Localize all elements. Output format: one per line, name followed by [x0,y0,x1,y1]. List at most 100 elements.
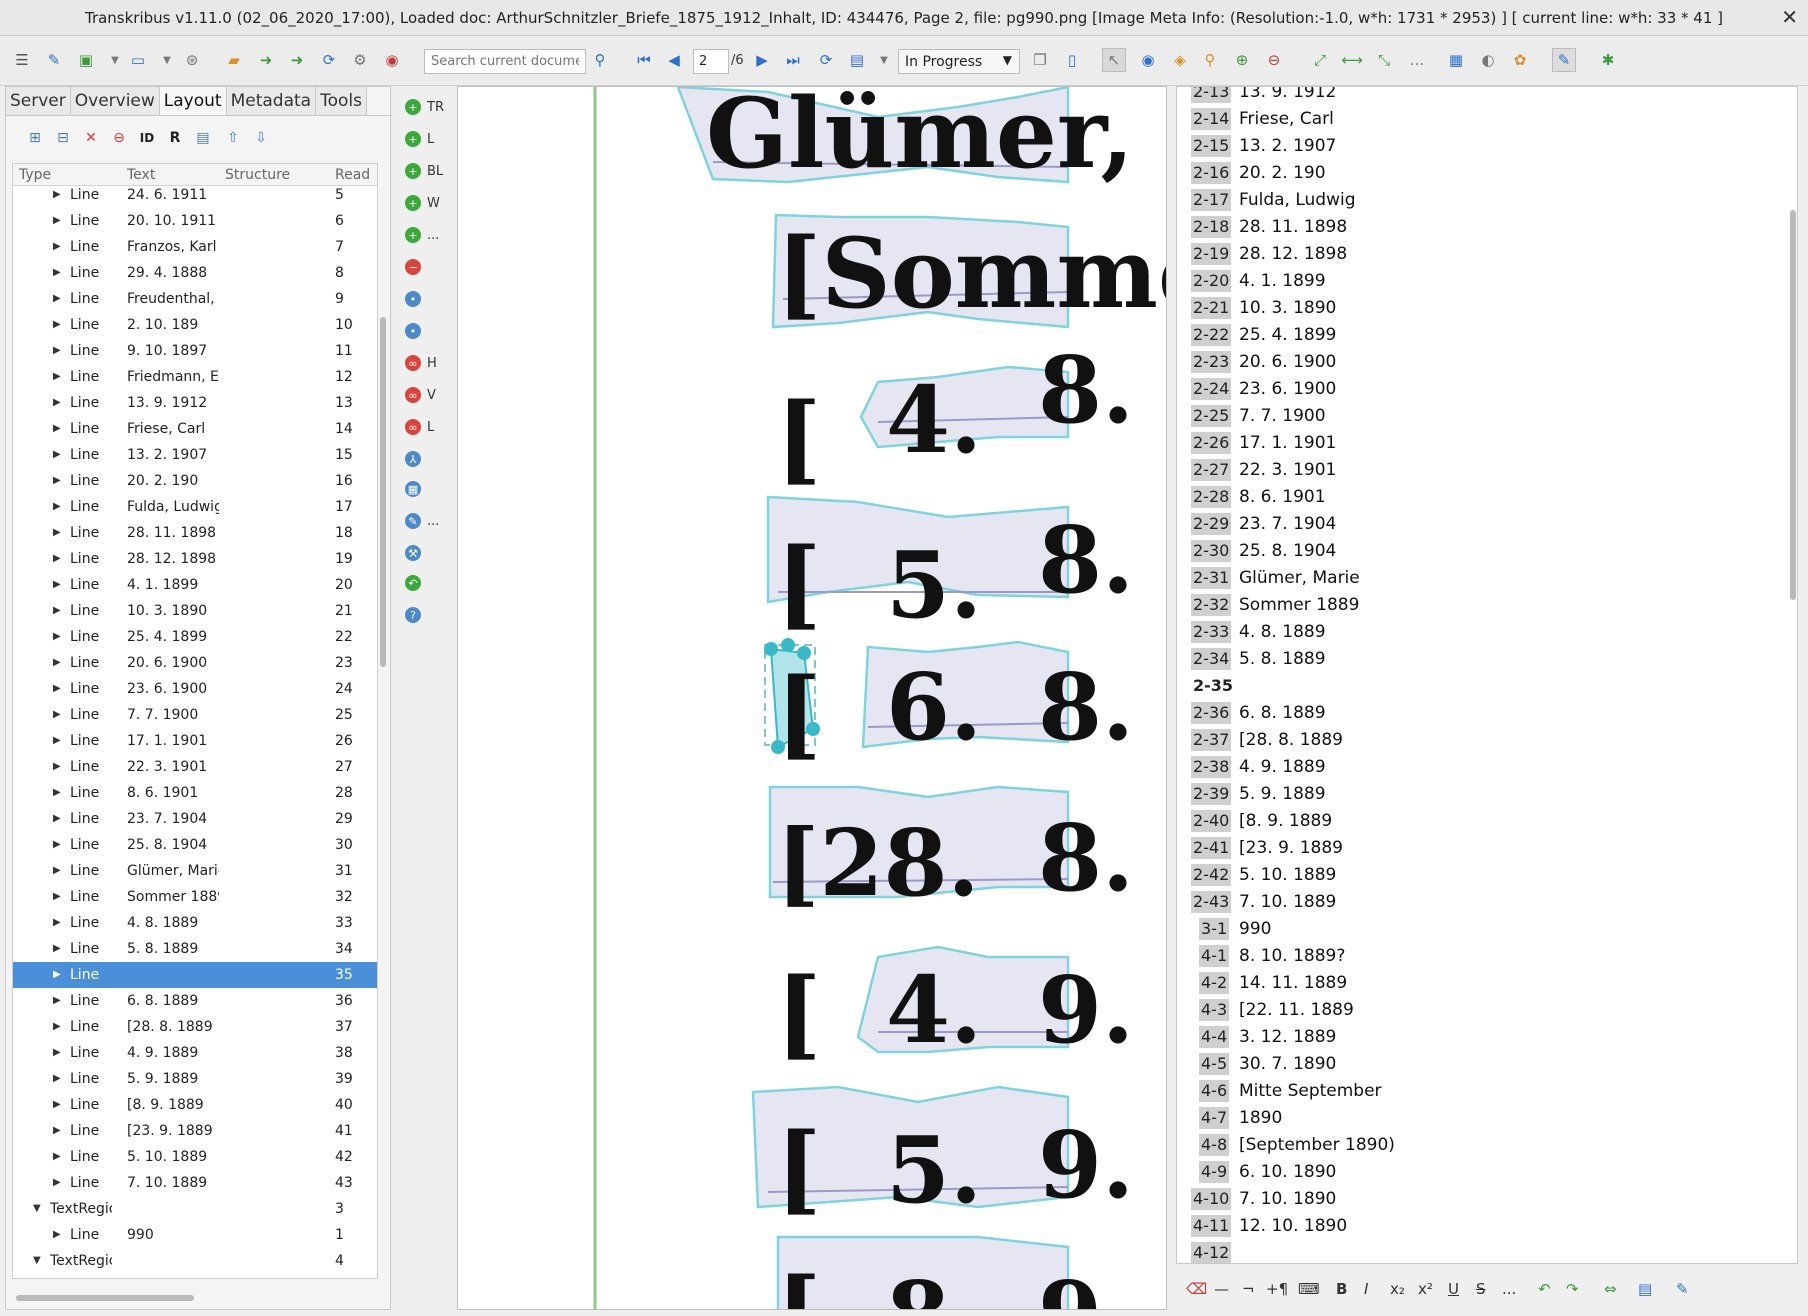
transcription-line[interactable]: 2-43 7. 10. 1889 [1177,889,1777,916]
table-icon[interactable]: ▤ [192,127,214,149]
expand-icon[interactable]: ▶ [53,1047,61,1058]
line-text[interactable]: Glümer, Marie [1239,568,1360,588]
tree-line-row[interactable]: ▶ Line 23. 7. 1904 29 [13,806,377,832]
tool-edit--button[interactable]: ✎... [405,510,449,532]
line-text[interactable]: 990 [1239,919,1271,939]
tool-remove-point-button[interactable]: • [405,320,449,342]
tool-split-v-button[interactable]: ∞ V [405,384,449,406]
line-text[interactable]: 14. 11. 1889 [1239,973,1347,993]
line-text[interactable]: 25. 4. 1899 [1239,325,1336,345]
line-text[interactable]: 28. 12. 1898 [1239,244,1347,264]
tool-merge-button[interactable]: ⅄ [405,448,449,470]
tool-plus-bl-button[interactable]: + BL [405,160,449,182]
line-text[interactable]: [28. 8. 1889 [1239,730,1343,750]
line-text[interactable]: 13. 9. 1912 [1239,87,1336,102]
line-text[interactable]: 23. 7. 1904 [1239,514,1336,534]
fit-page-icon[interactable]: ⤢ [1308,48,1332,72]
tree-line-row[interactable]: ▶ Line 6. 8. 1889 36 [13,988,377,1014]
expand-icon[interactable]: ▶ [53,1177,61,1188]
expand-icon[interactable]: ▶ [53,787,61,798]
tab-metadata[interactable]: Metadata [226,87,317,115]
tool-split-h-button[interactable]: ∞ H [405,352,449,374]
previous-page-icon[interactable]: ◀ [662,48,686,72]
search-input[interactable] [424,49,586,74]
expand-icon[interactable]: ▶ [53,865,61,876]
expand-icon[interactable]: ▶ [53,917,61,928]
first-page-icon[interactable]: ⏮ [632,48,656,72]
tree-line-row[interactable]: ▶ Line Fulda, Ludwig 17 [13,494,377,520]
import-icon[interactable]: ➜ [254,48,278,72]
line-text[interactable]: 1890 [1239,1108,1282,1128]
tab-layout[interactable]: Layout [159,87,227,115]
transcription-line[interactable]: 4-1 8. 10. 1889? [1177,943,1777,970]
wrench-icon[interactable]: ✎ [1676,1280,1689,1298]
select-arrow-icon[interactable]: ↖ [1102,48,1126,72]
tree-line-row[interactable]: ▶ Line 7. 10. 1889 43 [13,1170,377,1196]
tool-plus-tr-button[interactable]: + TR [405,96,449,118]
line-text[interactable]: [September 1890) [1239,1135,1395,1155]
line-text[interactable]: 30. 7. 1890 [1239,1054,1336,1074]
tree-line-row[interactable]: ▶ Line 28. 12. 1898 19 [13,546,377,572]
line-text[interactable]: 10. 3. 1890 [1239,298,1336,318]
transcription-line[interactable]: 2-37 [28. 8. 1889 [1177,727,1777,754]
expand-icon[interactable]: ▶ [53,891,61,902]
zoom-in-icon[interactable]: ⊕ [1230,48,1254,72]
tool-plus--button[interactable]: +... [405,224,449,246]
palette-icon[interactable]: ✿ [1508,48,1532,72]
bug-icon[interactable]: ✱ [1596,48,1620,72]
database-icon[interactable]: ◉ [380,48,404,72]
not-sign-button[interactable]: ¬ [1242,1280,1255,1298]
tool-split-l-button[interactable]: ∞ L [405,416,449,438]
line-text[interactable]: Sommer 1889 [1239,595,1359,615]
transcription-line[interactable]: 4-4 3. 12. 1889 [1177,1024,1777,1051]
line-text[interactable]: [8. 9. 1889 [1239,811,1332,831]
transcription-line[interactable]: 2-25 7. 7. 1900 [1177,403,1777,430]
transcription-line[interactable]: 4-7 1890 [1177,1105,1777,1132]
transcription-line[interactable]: 2-36 6. 8. 1889 [1177,700,1777,727]
line-text[interactable]: 7. 10. 1890 [1239,1189,1336,1209]
tree-line-row[interactable]: ▶ Line 4. 8. 1889 33 [13,910,377,936]
more-icon[interactable]: ... [1405,48,1429,72]
chevron-down-icon[interactable]: ▼ [155,48,179,72]
expand-icon[interactable]: ▶ [53,215,61,226]
transcription-line[interactable]: 4-6 Mitte September [1177,1078,1777,1105]
tree-line-row[interactable]: ▶ Line 25. 8. 1904 30 [13,832,377,858]
expand-icon[interactable]: ▶ [53,761,61,772]
line-text[interactable]: 5. 10. 1889 [1239,865,1336,885]
line-text[interactable]: 5. 9. 1889 [1239,784,1326,804]
expand-icon[interactable]: ▶ [53,709,61,720]
line-text[interactable]: [23. 9. 1889 [1239,838,1343,858]
line-text[interactable]: 4. 9. 1889 [1239,757,1326,777]
move-down-icon[interactable]: ⇩ [250,127,272,149]
expand-icon[interactable]: ▶ [53,241,61,252]
tree-region-row[interactable]: ▼ TextRegic 3 [13,1196,377,1222]
transcription-line[interactable]: 2-30 25. 8. 1904 [1177,538,1777,565]
chevron-down-icon[interactable]: ▼ [103,48,127,72]
transcription-line[interactable]: 2-14 Friese, Carl [1177,106,1777,133]
layout-icon[interactable]: ▤ [1638,1280,1652,1298]
tree-line-row[interactable]: ▶ Line [23. 9. 1889 41 [13,1118,377,1144]
open-folder-icon[interactable]: ▰ [222,48,246,72]
tree-line-row[interactable]: ▶ Line 5. 8. 1889 34 [13,936,377,962]
line-text[interactable]: Mitte September [1239,1081,1382,1101]
transcription-line[interactable]: 4-3 [22. 11. 1889 [1177,997,1777,1024]
page-number-input[interactable] [693,49,729,74]
search-icon[interactable]: ⚲ [588,48,612,72]
export-icon[interactable]: ➜ [285,48,309,72]
transcription-line[interactable]: 4-5 30. 7. 1890 [1177,1051,1777,1078]
eye-icon[interactable]: ◉ [1136,48,1160,72]
dash-button[interactable]: — [1214,1280,1229,1298]
tree-scrollbar[interactable] [380,317,386,667]
tree-line-row[interactable]: ▶ Line 990 1 [13,1222,377,1248]
move-up-icon[interactable]: ⇧ [222,127,244,149]
transcription-line[interactable]: 3-1 990 [1177,916,1777,943]
tree-line-row[interactable]: ▶ Line 5. 10. 1889 42 [13,1144,377,1170]
expand-icon[interactable]: ▶ [53,735,61,746]
transcription-line[interactable]: 4-11 12. 10. 1890 [1177,1213,1777,1240]
expand-icon[interactable]: ▶ [53,995,61,1006]
tree-line-row[interactable]: ▶ Line 20. 6. 1900 23 [13,650,377,676]
tree-line-row[interactable]: ▶ Line 23. 6. 1900 24 [13,676,377,702]
expand-icon[interactable]: ▶ [53,1073,61,1084]
expand-icon[interactable]: ▶ [53,189,61,200]
tree-line-row[interactable]: ▶ Line 13. 2. 1907 15 [13,442,377,468]
